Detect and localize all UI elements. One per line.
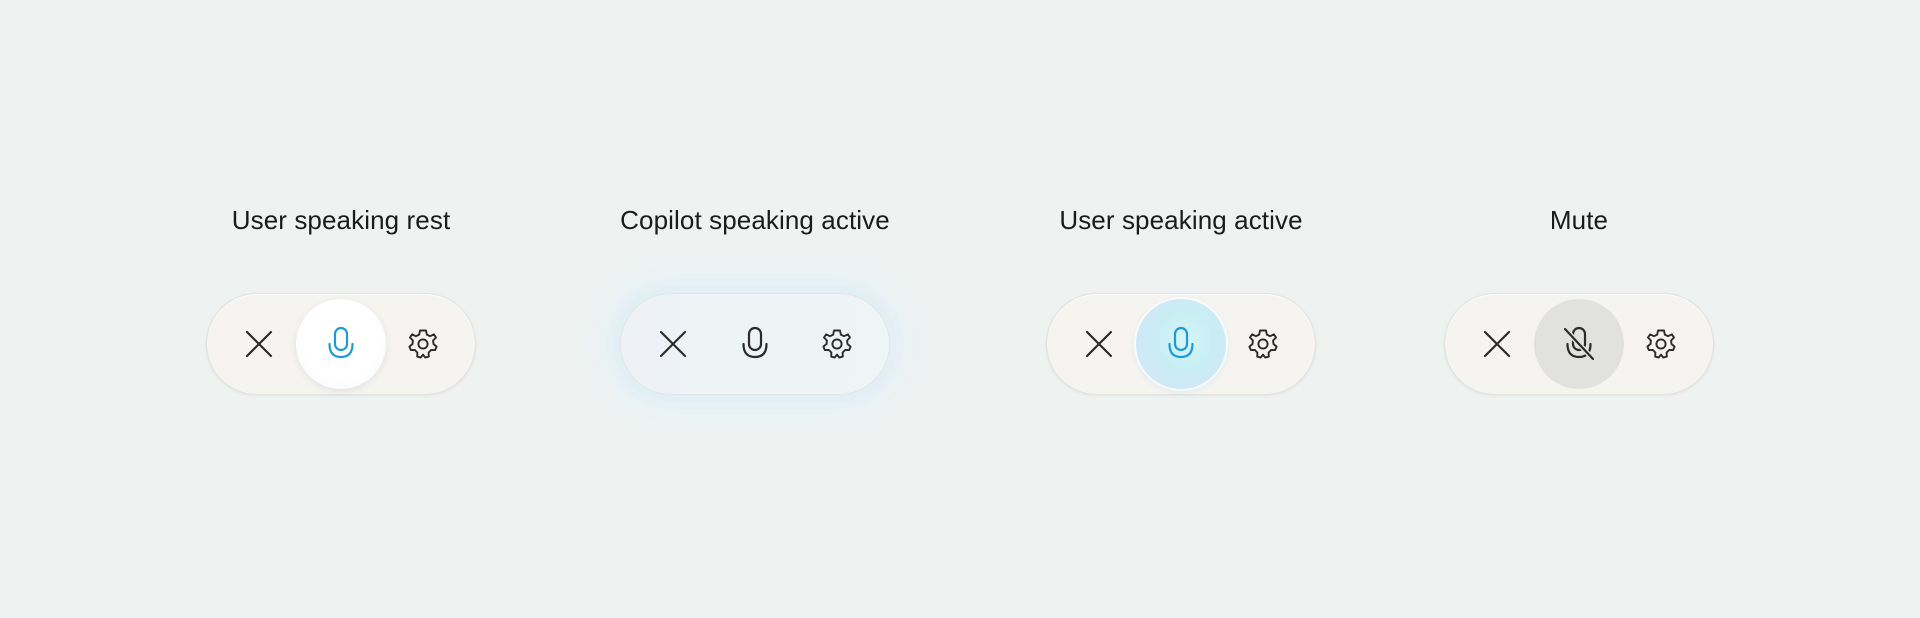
variant-title: User speaking rest [231,205,451,235]
voice-control-bar [206,293,476,395]
voice-control-bar [1444,293,1714,395]
variant-copilot-speaking-active: Copilot speaking active [545,0,965,618]
voice-control-bar [620,293,890,395]
variant-user-speaking-rest: User speaking rest [131,0,551,618]
voice-control-bar [1046,293,1316,395]
microphone-off-icon [1562,326,1596,362]
variant-title: Mute [1549,205,1609,235]
settings-button[interactable] [1639,322,1683,366]
settings-button[interactable] [815,322,859,366]
unmute-button[interactable] [1534,299,1624,389]
close-button[interactable] [1475,322,1519,366]
variant-title: Copilot speaking active [620,205,890,235]
close-icon [245,330,273,358]
close-icon [659,330,687,358]
close-button[interactable] [237,322,281,366]
variant-mute: Mute [1369,0,1789,618]
gear-icon [1646,329,1676,359]
gear-icon [822,329,852,359]
microphone-icon [328,326,354,359]
gear-icon [408,329,438,359]
variant-title: User speaking active [1059,205,1303,235]
close-icon [1085,330,1113,358]
settings-button[interactable] [1241,322,1285,366]
microphone-button[interactable] [1136,299,1226,389]
close-button[interactable] [651,322,695,366]
microphone-icon [1168,326,1194,359]
close-button[interactable] [1077,322,1121,366]
gear-icon [1248,329,1278,359]
variant-user-speaking-active: User speaking active [971,0,1391,618]
microphone-button[interactable] [710,299,800,389]
close-icon [1483,330,1511,358]
microphone-icon [742,326,768,359]
microphone-button[interactable] [296,299,386,389]
settings-button[interactable] [401,322,445,366]
